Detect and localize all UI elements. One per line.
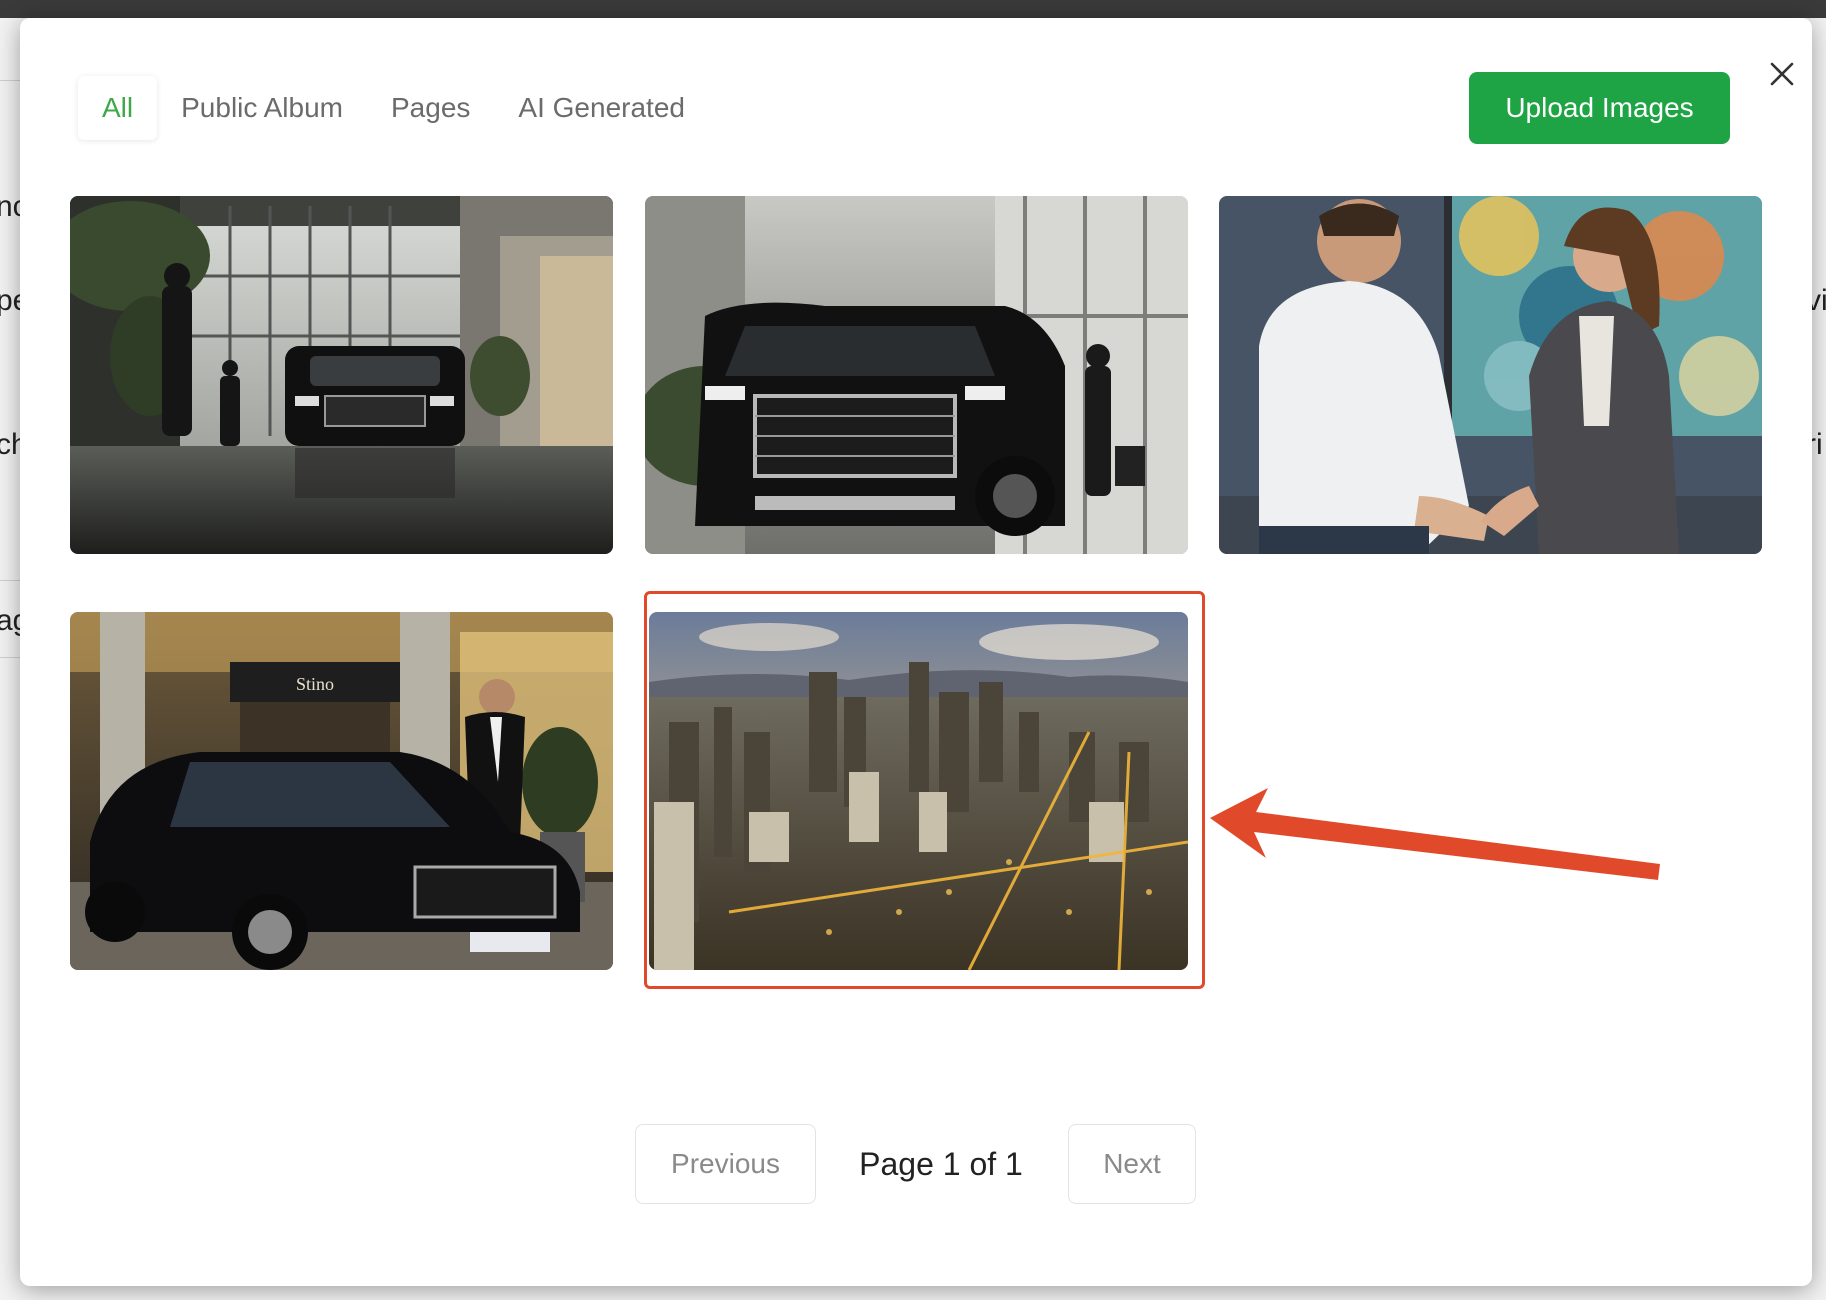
image-thumbnail-handshake[interactable] xyxy=(1219,196,1762,554)
annotation-arrow-icon xyxy=(1210,788,1660,880)
tab-pages[interactable]: Pages xyxy=(367,76,494,140)
image-thumbnail-hotel-mercedes[interactable]: Stino xyxy=(70,612,613,970)
close-icon xyxy=(1770,62,1794,86)
background-top-bar xyxy=(0,0,1826,18)
tab-ai-generated[interactable]: AI Generated xyxy=(494,76,709,140)
tab-all[interactable]: All xyxy=(78,76,158,140)
previous-button[interactable]: Previous xyxy=(635,1124,816,1204)
image-thumbnail-hotel-lobby-suv[interactable] xyxy=(70,196,613,554)
tab-bar: All Public Album Pages AI Generated xyxy=(78,76,709,140)
image-picker-modal: All Public Album Pages AI Generated Uplo… xyxy=(20,18,1812,1286)
image-thumbnail-cadillac-suv[interactable] xyxy=(645,196,1188,554)
background-divider xyxy=(0,657,20,658)
background-divider xyxy=(0,80,20,81)
next-button[interactable]: Next xyxy=(1068,1124,1196,1204)
tab-public-album[interactable]: Public Album xyxy=(157,76,367,140)
image-thumbnail-city-skyline[interactable] xyxy=(649,612,1188,970)
hotel-sign-text: Stino xyxy=(296,674,334,694)
page-status: Page 1 of 1 xyxy=(859,1145,1023,1182)
pagination: Previous Page 1 of 1 Next xyxy=(20,1124,1812,1204)
upload-images-button[interactable]: Upload Images xyxy=(1469,72,1730,144)
close-button[interactable] xyxy=(1760,52,1804,96)
background-divider xyxy=(0,580,20,581)
